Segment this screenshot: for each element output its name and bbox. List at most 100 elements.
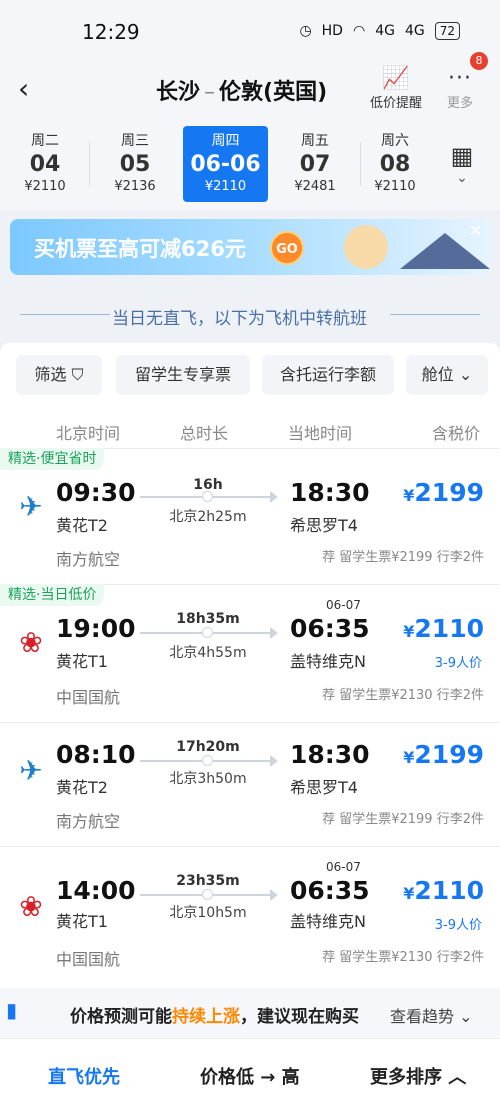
air-china-logo-icon: ❀ [19, 626, 43, 659]
cabin-class-button[interactable]: 舱位 ⌄ [406, 355, 488, 395]
price-alert-label: 低价提醒 [369, 96, 422, 111]
checked-baggage-button[interactable]: 含托运行李额 [262, 355, 394, 395]
depart-airport: 黄花T2 [56, 778, 108, 797]
stopover-info: 北京10h5m [169, 905, 247, 921]
notice-line-left [20, 314, 110, 315]
date-day: 05 [119, 152, 151, 177]
flight-tag: 精选·便宜省时 [0, 448, 105, 470]
flight-card[interactable]: ❀ 06-07 14:00 黄花T1 23h35m 北京10h5m 06:35 … [0, 846, 500, 988]
filter-button[interactable]: 筛选 ⛉ [16, 355, 102, 395]
airline-name: 中国国航 [56, 688, 121, 707]
depart-time: 14:00 [56, 876, 136, 905]
date-item-06-selected[interactable]: 周四 06-06 ¥2110 [183, 126, 268, 202]
student-fare-button[interactable]: 留学生专享票 [116, 355, 250, 395]
date-dow: 周二 [31, 133, 59, 149]
total-duration: 17h20m [176, 739, 240, 755]
notification-badge: 8 [470, 52, 488, 70]
trend-chart-icon: ▮ [6, 998, 18, 1022]
battery-icon: 72 [434, 22, 460, 40]
col-arrive: 当地时间 [288, 424, 353, 443]
date-day: 06-06 [190, 152, 261, 177]
student-fare-recommendation: 荐 留学生票¥2130 行李2件 [322, 950, 484, 965]
mascot-image [344, 225, 388, 269]
date-price: ¥2110 [204, 179, 247, 194]
date-dow: 周四 [211, 133, 240, 149]
wifi-icon: ◠ [352, 23, 366, 39]
date-item-05[interactable]: 周三 05 ¥2136 [96, 126, 174, 202]
promo-go-button[interactable]: GO [270, 231, 304, 265]
flight-card[interactable]: 精选·当日低价 ❀ 19:00 黄花T1 18h35m 北京4h55m 06-0… [0, 584, 500, 722]
promo-banner[interactable]: 买机票至高可减626元 GO ✕ [10, 219, 490, 275]
airline-name: 中国国航 [56, 950, 121, 969]
view-trend-label: 查看趋势 [390, 1007, 455, 1026]
arrive-time: 06:35 [290, 614, 370, 643]
filter-label: 筛选 [34, 365, 67, 384]
calendar-button[interactable]: ▦ ⌄ [440, 142, 484, 186]
date-dow: 周六 [381, 133, 409, 149]
flight-price: ¥2199 [403, 478, 484, 507]
student-fare-label: 留学生专享票 [134, 365, 231, 384]
stop-dot [202, 627, 213, 638]
depart-time: 09:30 [56, 478, 136, 507]
date-item-08[interactable]: 周六 08 ¥2110 [364, 126, 426, 202]
back-icon[interactable]: ‹ [18, 72, 29, 105]
arrive-time: 18:30 [290, 478, 370, 507]
stop-dot [202, 889, 213, 900]
flight-card[interactable]: 精选·便宜省时 ✈ 09:30 黄花T2 16h 北京2h25m 18:30 希… [0, 448, 500, 584]
stopover-info: 北京4h55m [169, 645, 247, 661]
status-icons: ◷ HD ◠ 4G 4G 72 [299, 22, 460, 40]
flight-price: ¥2110 [403, 614, 484, 643]
more-sort-button[interactable]: 更多排序 ︿ [370, 1063, 466, 1089]
route-line [140, 491, 278, 503]
depart-time: 19:00 [56, 614, 136, 643]
more-button[interactable]: ··· 更多 [438, 66, 482, 111]
view-trend-link[interactable]: 查看趋势 ⌄ [390, 1003, 473, 1027]
alarm-icon: ◷ [299, 23, 312, 39]
header: ‹ 长沙 – 伦敦(英国) 📈 低价提醒 ··· 更多 [0, 60, 500, 120]
currency-symbol: ¥ [403, 622, 415, 641]
route-line [140, 755, 278, 767]
date-divider [89, 142, 90, 186]
calendar-icon: ▦ [450, 142, 474, 170]
date-price: ¥2110 [24, 179, 66, 194]
currency-symbol: ¥ [403, 486, 415, 505]
china-southern-logo-icon: ✈ [19, 754, 43, 787]
arrive-airport: 希思罗T4 [290, 778, 358, 797]
arrive-airport: 盖特维克N [290, 912, 366, 931]
date-selector: 周二 04 ¥2110 周三 05 ¥2136 周四 06-06 ¥2110 周… [0, 120, 500, 210]
price-alert-button[interactable]: 📈 低价提醒 [366, 66, 426, 111]
currency-symbol: ¥ [403, 884, 415, 903]
cabin-class-label: 舱位 [421, 365, 454, 384]
date-day: 08 [379, 152, 411, 177]
no-direct-notice: 当日无直飞，以下为飞机中转航班 [0, 296, 500, 336]
date-price: ¥2136 [114, 179, 156, 194]
more-dots-icon: ··· [448, 66, 472, 91]
more-sort-label: 更多排序 [370, 1067, 442, 1088]
next-day-date: 06-07 [326, 860, 361, 874]
close-icon[interactable]: ✕ [469, 221, 482, 240]
date-item-04[interactable]: 周二 04 ¥2110 [6, 126, 84, 202]
depart-time: 08:10 [56, 740, 136, 769]
chevron-down-icon: ⌄ [456, 170, 468, 186]
price-low-high-button[interactable]: 价格低 → 高 [200, 1063, 300, 1089]
promo-text: 买机票至高可减626元 [34, 237, 246, 261]
flight-card[interactable]: ✈ 08:10 黄花T2 17h20m 北京3h50m 18:30 希思罗T4 … [0, 722, 500, 846]
status-bar: 12:29 ◷ HD ◠ 4G 4G 72 [0, 0, 500, 60]
date-item-07[interactable]: 周五 07 ¥2481 [276, 126, 354, 202]
chevron-up-icon: ︿ [448, 1067, 467, 1088]
depart-airport: 黄花T2 [56, 516, 108, 535]
arrive-time: 06:35 [290, 876, 370, 905]
currency-symbol: ¥ [403, 748, 415, 767]
direct-first-button[interactable]: 直飞优先 [48, 1063, 120, 1089]
arrive-time: 18:30 [290, 740, 370, 769]
stop-dot [202, 491, 213, 502]
student-fare-recommendation: 荐 留学生票¥2130 行李2件 [322, 688, 484, 703]
flight-tag: 精选·当日低价 [0, 584, 105, 606]
group-price-note: 3-9人价 [434, 656, 482, 671]
depart-airport: 黄花T1 [56, 912, 108, 931]
date-divider [360, 142, 361, 186]
flight-price: ¥2110 [403, 876, 484, 905]
chevron-down-icon: ⌄ [459, 1007, 473, 1026]
price-value: 2110 [414, 614, 484, 643]
price-prediction-bar[interactable]: ▮ 价格预测可能持续上涨，建议现在购买 查看趋势 ⌄ [0, 988, 500, 1038]
